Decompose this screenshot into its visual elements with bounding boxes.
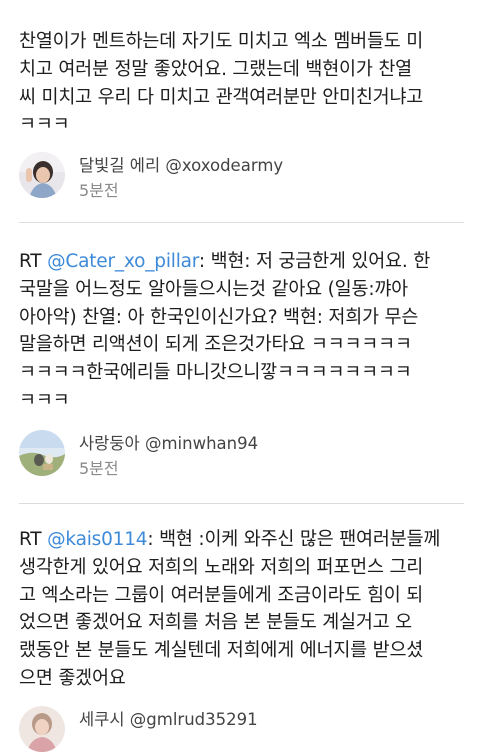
post-line: ㅋㅋㅋㅋ한국에리들 마니갓으니깧ㅋㅋㅋㅋㅋㅋㅋㅋ xyxy=(19,362,412,384)
post-line: 치고 여러분 정말 좋았어요. 그랬는데 백현이가 찬열 xyxy=(19,58,412,80)
mention-link[interactable]: @Cater_xo_pillar xyxy=(47,251,199,272)
post-text-segment: : 백현: 저 궁금한게 있어요. 한 xyxy=(198,251,431,272)
avatar[interactable] xyxy=(19,152,65,198)
post-line: 생각한게 있어요 저희의 노래와 저희의 퍼포먼스 그리 xyxy=(19,556,424,578)
post-author[interactable]: 달빛길 에리 @xoxodearmy 5분전 xyxy=(19,152,459,202)
post-line: RT @kais0114: 백현 :이케 와주신 많은 팬여러분들께 xyxy=(19,526,465,554)
author-name[interactable]: 사랑둥아 @minwhan94 xyxy=(79,430,258,454)
profile-photo-icon xyxy=(19,706,65,752)
post-line: 랬동안 본 분들도 계실텐데 저희에게 에너지를 받으셨 xyxy=(19,640,424,662)
post-line: 으면 좋겠어요 xyxy=(19,667,126,689)
post-line: ㅋㅋㅋ xyxy=(19,389,70,411)
post-divider xyxy=(19,503,464,504)
timeline-feed: 찬열이가 멘트하는데 자기도 미치고 엑소 멤버들도 미 치고 여러분 정말 좋… xyxy=(0,0,480,752)
profile-photo-icon xyxy=(19,152,65,198)
post-author[interactable]: 사랑둥아 @minwhan94 5분전 xyxy=(19,430,459,480)
post-line: 국말을 어느정도 알아들으시는것 같아요 (일동:꺄아 xyxy=(19,278,408,300)
author-name[interactable]: 세쿠시 @gmlrud35291 xyxy=(79,706,258,730)
post-line: RT @Cater_xo_pillar: 백현: 저 궁금한게 있어요. 한 xyxy=(19,248,465,276)
post-timestamp: 5분전 xyxy=(79,459,119,478)
post-body: RT @kais0114: 백현 :이케 와주신 많은 팬여러분들께 생각한게 … xyxy=(19,526,465,693)
post-line: 고 엑소라는 그룹이 여러분들에게 조금이라도 힘이 되 xyxy=(19,584,424,606)
post-line: ㅋㅋㅋ xyxy=(19,114,70,136)
retweet-prefix: RT xyxy=(19,251,48,272)
post-body: RT @Cater_xo_pillar: 백현: 저 궁금한게 있어요. 한 국… xyxy=(19,248,465,415)
post-text-segment: : 백현 :이케 와주신 많은 팬여러분들께 xyxy=(147,529,441,550)
post-line: 씨 미치고 우리 다 미치고 관객여러분만 안미친거냐고 xyxy=(19,86,424,108)
profile-photo-icon xyxy=(19,430,65,476)
post-line: 찬열이가 멘트하는데 자기도 미치고 엑소 멤버들도 미 xyxy=(19,31,424,52)
mention-link[interactable]: @kais0114 xyxy=(47,529,147,550)
post-line: 었으면 좋겠어요 저희를 처음 본 분들도 계실거고 오 xyxy=(19,612,412,634)
post-timestamp: 5분전 xyxy=(79,181,119,200)
retweet-prefix: RT xyxy=(19,529,48,550)
post-divider xyxy=(19,222,464,223)
post-line: 말을하면 리액션이 되게 조은것가타요 ㅋㅋㅋㅋㅋㅋ xyxy=(19,334,412,356)
author-name[interactable]: 달빛길 에리 @xoxodearmy xyxy=(79,152,283,176)
avatar[interactable] xyxy=(19,430,65,476)
post-body: 찬열이가 멘트하는데 자기도 미치고 엑소 멤버들도 미 치고 여러분 정말 좋… xyxy=(19,28,465,139)
avatar[interactable] xyxy=(19,706,65,752)
post-author[interactable]: 세쿠시 @gmlrud35291 xyxy=(19,706,459,756)
post-line: 아아악) 찬열: 아 한국인이신가요? 백현: 저희가 무슨 xyxy=(19,306,419,328)
